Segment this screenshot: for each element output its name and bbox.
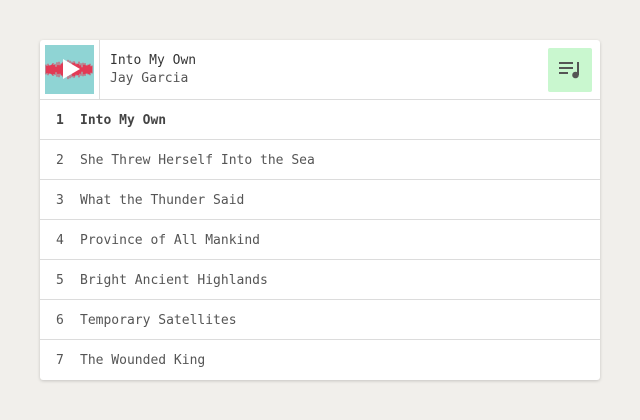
track-row[interactable]: 5 Bright Ancient Highlands: [40, 260, 600, 300]
track-number: 1: [56, 113, 64, 128]
track-title: Temporary Satellites: [80, 313, 237, 328]
track-number: 4: [56, 233, 64, 248]
track-number: 6: [56, 313, 64, 328]
track-title: Province of All Mankind: [80, 233, 261, 248]
music-player: Into My Own Jay Garcia 1 Into My Own 2 S…: [40, 40, 600, 380]
now-playing-artist: Jay Garcia: [110, 71, 189, 86]
track-row[interactable]: 7 The Wounded King: [40, 340, 600, 380]
now-playing-title: Into My Own: [110, 53, 197, 68]
track-number: 7: [56, 353, 64, 368]
track-number: 5: [56, 273, 64, 288]
track-row[interactable]: 2 She Threw Herself Into the Sea: [40, 140, 600, 180]
track-title: What the Thunder Said: [80, 193, 245, 208]
playlist-icon: [559, 62, 579, 79]
track-row[interactable]: 4 Province of All Mankind: [40, 220, 600, 260]
track-list: 1 Into My Own 2 She Threw Herself Into t…: [40, 100, 600, 380]
track-number: 3: [56, 193, 64, 208]
album-cover[interactable]: [45, 45, 94, 94]
track-row[interactable]: 1 Into My Own: [40, 100, 600, 140]
track-number: 2: [56, 153, 64, 168]
waveform-play-icon: [45, 59, 93, 80]
playlist-button[interactable]: [548, 48, 592, 92]
track-row[interactable]: 3 What the Thunder Said: [40, 180, 600, 220]
track-title: The Wounded King: [80, 353, 206, 368]
now-playing-header: Into My Own Jay Garcia: [40, 40, 600, 100]
header-divider: [99, 40, 100, 100]
track-title: She Threw Herself Into the Sea: [80, 153, 315, 168]
track-title: Bright Ancient Highlands: [80, 273, 268, 288]
track-row[interactable]: 6 Temporary Satellites: [40, 300, 600, 340]
track-title: Into My Own: [80, 113, 167, 128]
